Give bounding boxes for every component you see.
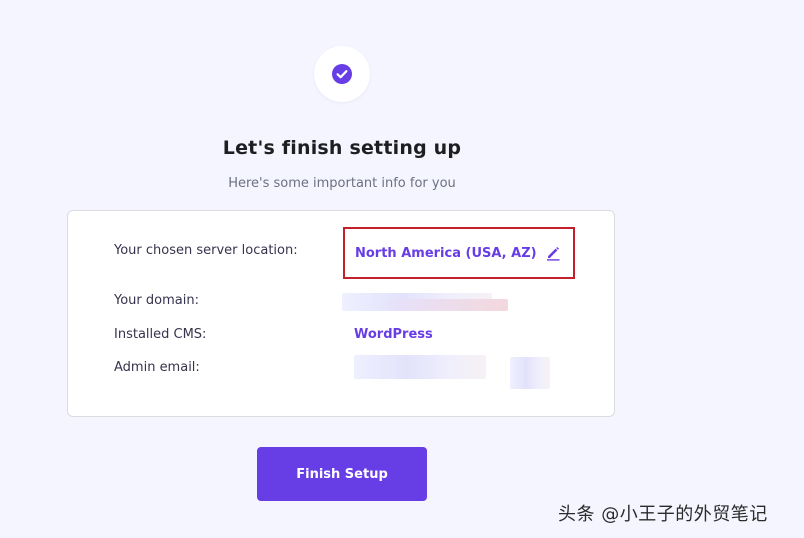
watermark: 头条 @小王子的外贸笔记 xyxy=(558,504,768,525)
domain-label: Your domain: xyxy=(114,293,199,308)
admin-email-label: Admin email: xyxy=(114,360,200,375)
success-badge xyxy=(314,46,370,102)
check-circle-icon xyxy=(332,64,352,84)
page-subtitle: Here's some important info for you xyxy=(228,176,456,191)
pencil-icon[interactable] xyxy=(545,245,561,261)
cms-value: WordPress xyxy=(354,327,433,342)
server-location-value[interactable]: North America (USA, AZ) xyxy=(355,246,537,261)
server-location-highlight: North America (USA, AZ) xyxy=(343,227,575,279)
server-location-label: Your chosen server location: xyxy=(114,243,298,258)
server-location-edit[interactable]: North America (USA, AZ) xyxy=(355,245,561,261)
cms-label: Installed CMS: xyxy=(114,327,207,342)
setup-summary-card: Your chosen server location: North Ameri… xyxy=(67,210,615,417)
finish-setup-button[interactable]: Finish Setup xyxy=(257,447,427,501)
page-title: Let's finish setting up xyxy=(222,137,462,159)
